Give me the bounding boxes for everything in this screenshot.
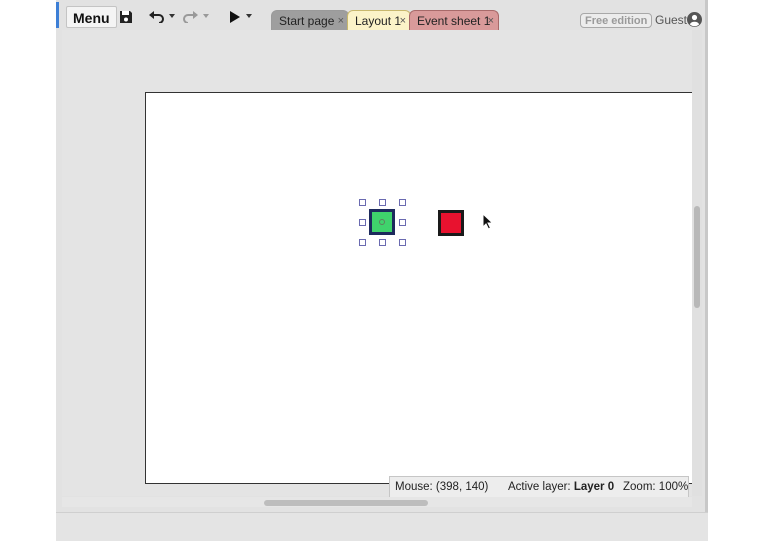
resize-handle-bottom[interactable] [379, 239, 386, 246]
layout-canvas[interactable] [145, 92, 692, 484]
tab-label: Start page [279, 14, 335, 28]
zoom-readout: Zoom: 100% [623, 477, 688, 497]
status-bar: Mouse: (398, 140) Active layer: Layer 0 … [389, 476, 689, 498]
resize-handle-top-right[interactable] [399, 199, 406, 206]
tab-label: Layout 1 [355, 14, 402, 28]
mouse-position-readout: Mouse: (398, 140) [395, 477, 488, 497]
zoom-label: Zoom: [623, 481, 656, 493]
red-square-sprite[interactable] [438, 210, 464, 236]
resize-handle-bottom-right[interactable] [399, 239, 406, 246]
resize-handle-top-left[interactable] [359, 199, 366, 206]
undo-dropdown-icon[interactable] [169, 14, 175, 18]
guest-label[interactable]: Guest [655, 13, 687, 27]
resize-handle-bottom-left[interactable] [359, 239, 366, 246]
resize-handle-right[interactable] [399, 219, 406, 226]
mouse-pointer-icon [482, 212, 494, 231]
edition-badge[interactable]: Free edition [580, 13, 653, 28]
bottom-panel [56, 512, 708, 541]
horizontal-scrollbar[interactable] [62, 497, 692, 507]
layer-value: Layer 0 [573, 481, 615, 493]
active-layer-readout: Active layer: Layer 0 [508, 477, 614, 497]
vertical-scroll-thumb[interactable] [694, 206, 700, 308]
tab-start-page[interactable]: Start page × [271, 10, 349, 32]
close-icon[interactable]: × [488, 11, 494, 31]
play-icon[interactable] [229, 8, 241, 26]
redo-icon [182, 8, 198, 26]
mouse-label: Mouse: [395, 481, 433, 493]
resize-handle-top[interactable] [379, 199, 386, 206]
vertical-scrollbar[interactable] [692, 30, 702, 496]
redo-dropdown-icon [203, 14, 209, 18]
window-accent-bar [56, 2, 59, 28]
layout-viewport[interactable] [62, 30, 692, 496]
resize-handle-left[interactable] [359, 219, 366, 226]
main-toolbar: Menu Start page × Layout 1 × Event sheet… [61, 4, 702, 32]
mouse-value: (398, 140) [435, 481, 489, 493]
green-square-sprite[interactable] [369, 209, 395, 235]
tab-layout-1[interactable]: Layout 1 × [347, 10, 411, 32]
save-icon[interactable] [118, 8, 134, 26]
undo-icon[interactable] [148, 8, 164, 26]
menu-button[interactable]: Menu [66, 6, 117, 28]
origin-marker [379, 219, 385, 225]
user-avatar-icon[interactable] [687, 12, 702, 27]
app-window: Menu Start page × Layout 1 × Event sheet… [56, 0, 708, 541]
play-dropdown-icon[interactable] [246, 14, 252, 18]
close-icon[interactable]: × [400, 11, 406, 31]
tab-label: Event sheet 1 [417, 14, 491, 28]
horizontal-scroll-thumb[interactable] [264, 500, 428, 506]
tab-event-sheet-1[interactable]: Event sheet 1 × [409, 10, 499, 32]
close-icon[interactable]: × [338, 11, 344, 31]
zoom-value: 100% [658, 481, 689, 493]
layer-label: Active layer: [508, 481, 571, 493]
panel-edge [705, 0, 708, 512]
